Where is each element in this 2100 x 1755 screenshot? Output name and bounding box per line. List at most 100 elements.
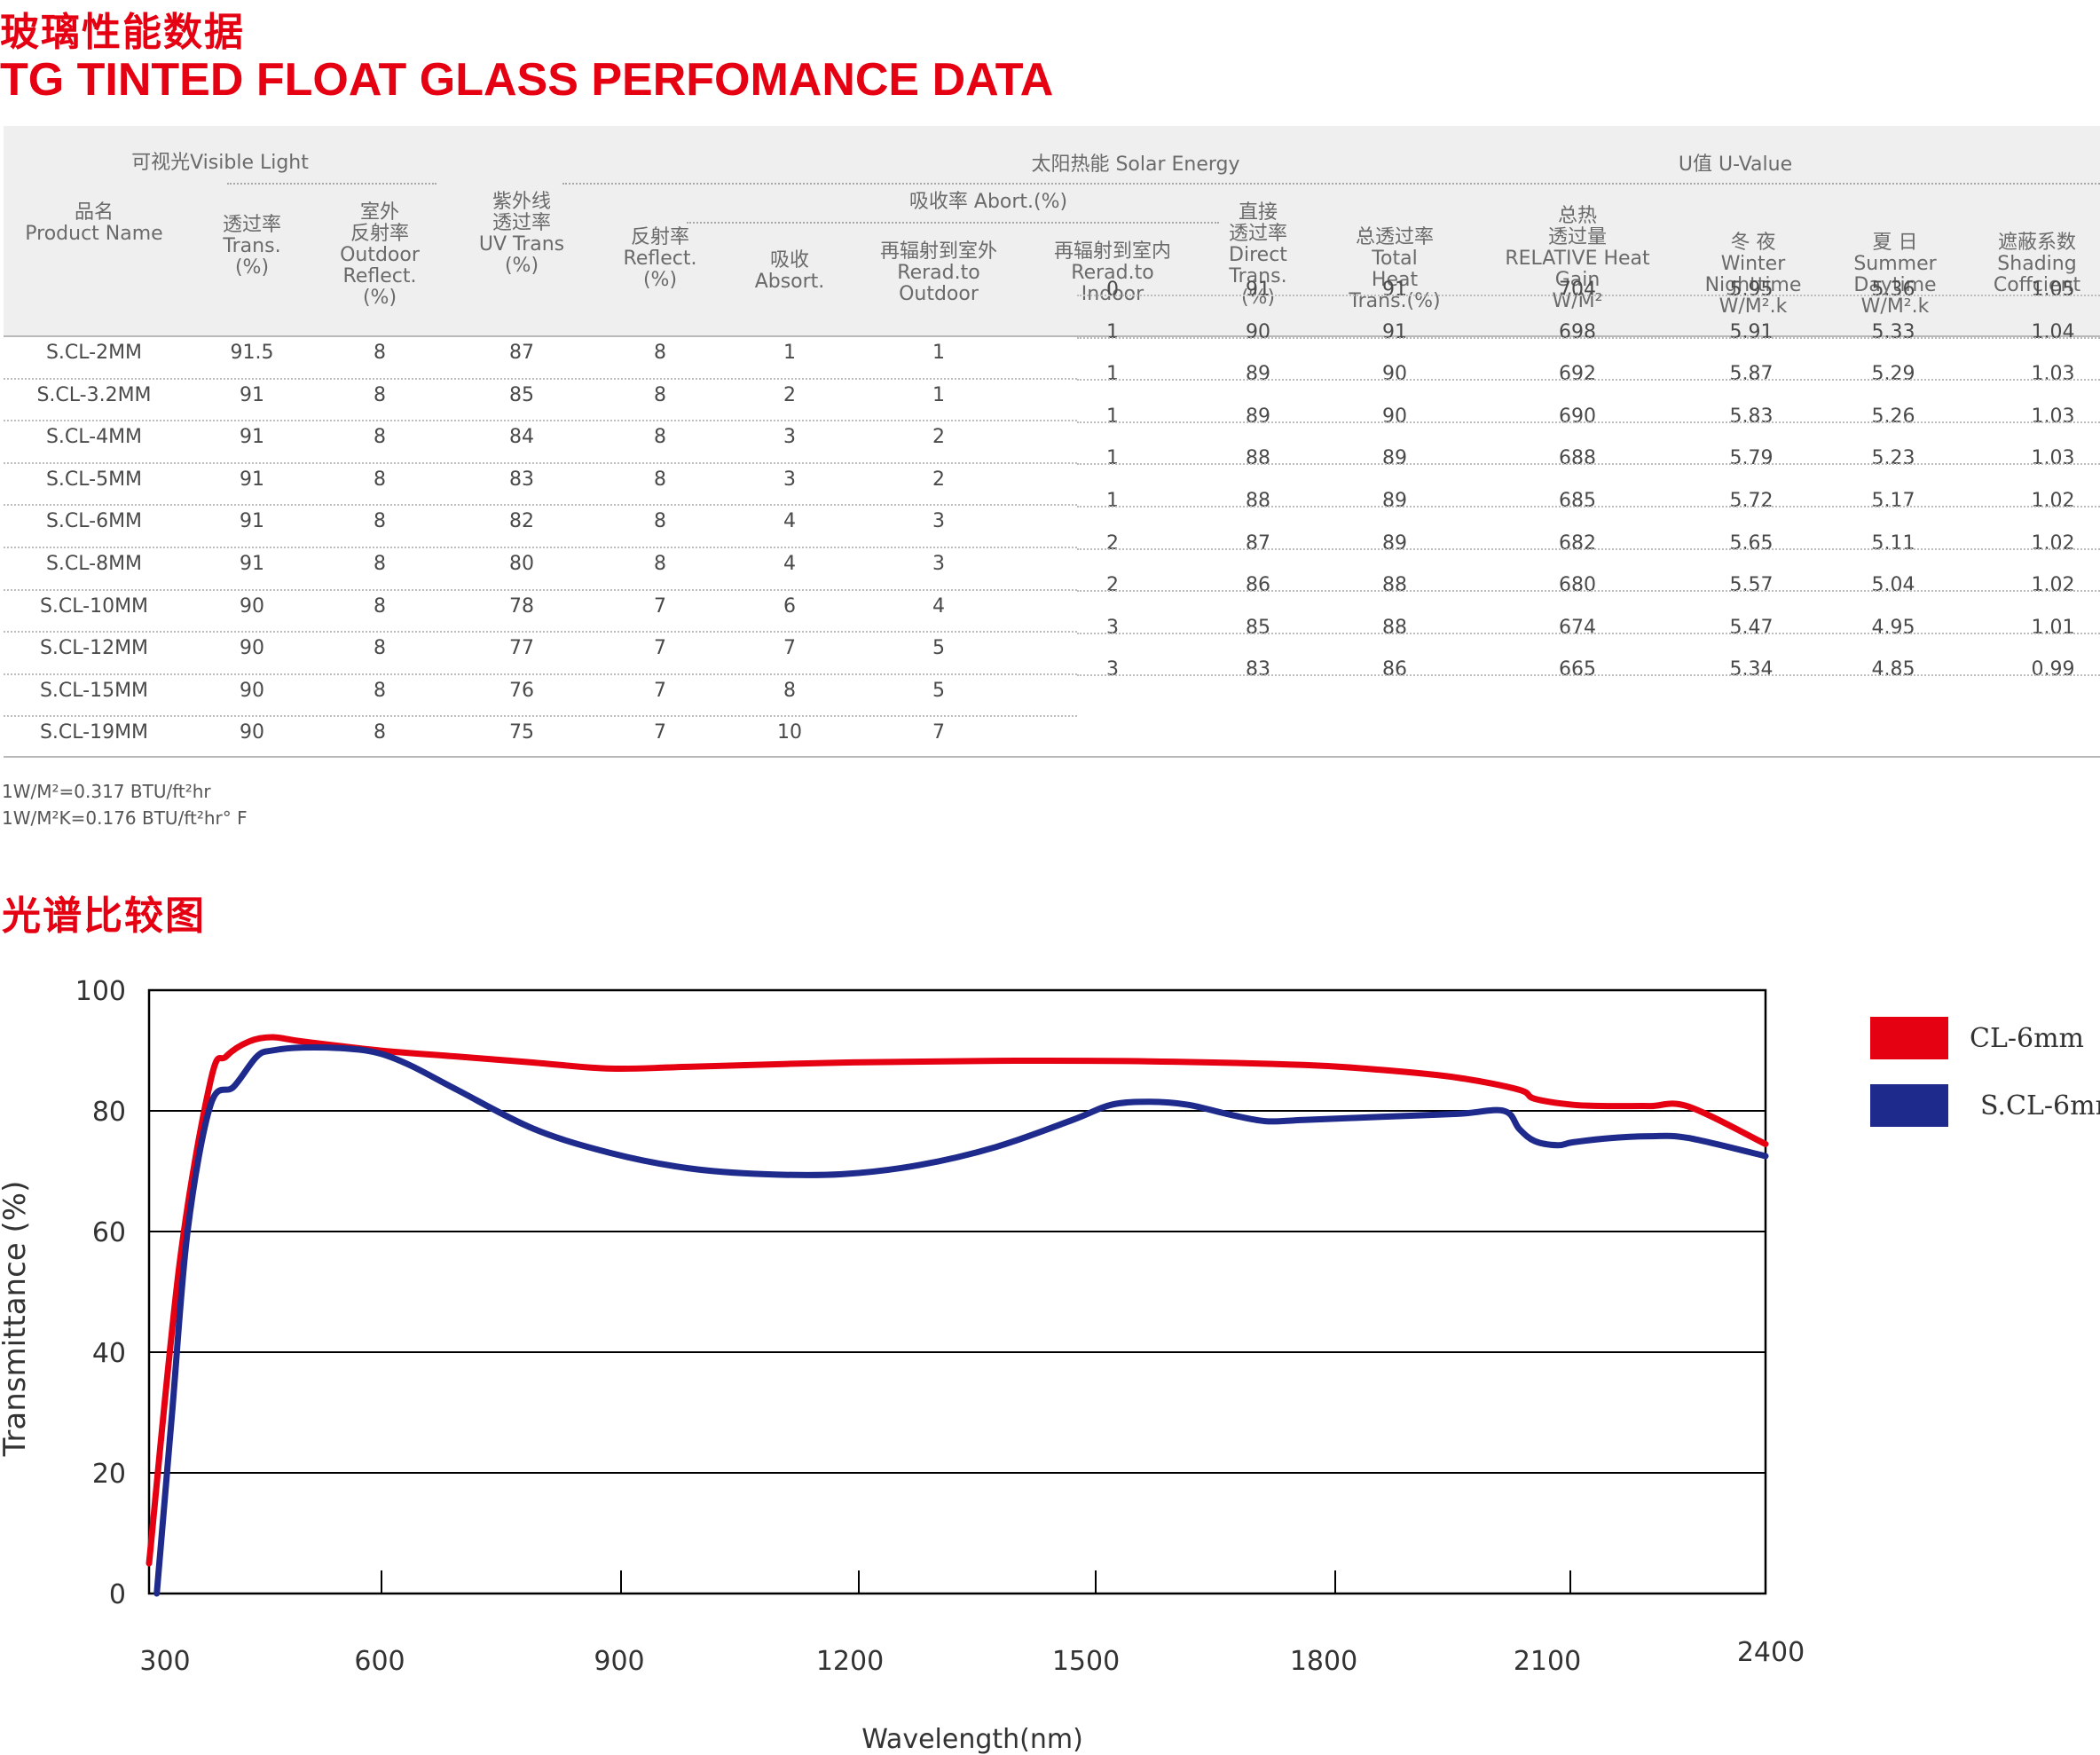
cell-summer: 5.33 (1871, 320, 1915, 343)
x-axis-label: Wavelength(nm) (861, 1724, 1083, 1755)
cell-trans: 91 (240, 383, 264, 406)
cell-absorb: 8 (783, 679, 796, 702)
cell-outdoor-reflect: 8 (374, 510, 386, 533)
cell-outdoor-reflect: 8 (374, 468, 386, 491)
cell-rerad-indoor: 2 (1106, 531, 1119, 555)
plot-frame (147, 988, 1767, 1595)
x-tick-label: 2100 (1514, 1646, 1581, 1677)
cell-outdoor-reflect: 8 (374, 594, 386, 618)
cell-trans: 90 (240, 594, 264, 618)
cell-rerad-outdoor: 1 (932, 342, 945, 364)
cell-summer: 4.85 (1871, 658, 1915, 681)
cell-rerad-indoor: 0 (1106, 279, 1119, 301)
cell-rerad-outdoor: 2 (932, 426, 945, 449)
cell-uv-trans: 82 (509, 510, 534, 533)
cell-heat-gain: 704 (1559, 279, 1596, 301)
cell-rerad-indoor: 1 (1106, 490, 1119, 512)
cell-product: S.CL-19MM (39, 721, 149, 744)
cell-outdoor-reflect: 8 (374, 721, 386, 744)
cell-uv-trans: 80 (509, 553, 534, 575)
cell-summer: 5.11 (1871, 531, 1915, 555)
table-bottom-divider (4, 756, 2100, 758)
cell-direct-trans: 88 (1246, 447, 1270, 470)
cell-winter: 5.87 (1729, 363, 1774, 386)
legend-swatch (1870, 1084, 1948, 1127)
row-divider (1077, 590, 2100, 593)
y-tick-label: 80 (92, 1097, 126, 1128)
y-tick-label: 40 (92, 1338, 126, 1369)
cell-product: S.CL-10MM (39, 594, 149, 618)
row-divider (4, 588, 1077, 591)
row-divider (1077, 632, 2100, 634)
group-divider (227, 183, 437, 185)
row-divider (4, 461, 1077, 464)
cell-product: S.CL-15MM (39, 679, 149, 702)
cell-absorb: 3 (783, 426, 796, 449)
cell-rerad-indoor: 1 (1106, 447, 1119, 470)
cell-direct-trans: 87 (1246, 531, 1270, 555)
cell-direct-trans: 83 (1246, 658, 1270, 681)
cell-rerad-indoor: 3 (1106, 658, 1119, 681)
cell-reflect: 8 (654, 510, 666, 533)
cell-trans: 91 (240, 468, 264, 491)
cell-shading: 1.05 (2031, 279, 2075, 301)
cell-heat-gain: 680 (1559, 574, 1596, 597)
x-tick-label: 1200 (816, 1646, 884, 1677)
cell-shading: 1.03 (2031, 405, 2075, 428)
cell-reflect: 8 (654, 426, 666, 449)
cell-heat-gain: 690 (1559, 405, 1596, 428)
cell-shading: 1.04 (2031, 320, 2075, 343)
row-divider (4, 631, 1077, 634)
cell-trans: 90 (240, 679, 264, 702)
cell-rerad-indoor: 1 (1106, 320, 1119, 343)
cell-winter: 5.72 (1729, 490, 1774, 512)
column-header-rerad-outdoor: 再辐射到室外 Rerad.to Outdoor (879, 240, 998, 305)
row-divider (1077, 421, 2100, 423)
cell-direct-trans: 91 (1246, 279, 1270, 301)
cell-product: S.CL-4MM (45, 426, 143, 449)
cell-direct-trans: 88 (1246, 490, 1270, 512)
row-divider (1077, 547, 2100, 550)
group-header-solar-energy: 太阳热能 Solar Energy (1031, 153, 1240, 176)
unit-conversion-note-2: 1W/M²K=0.176 BTU/ft²hr° F (2, 807, 248, 829)
cell-shading: 1.02 (2031, 490, 2075, 512)
cell-outdoor-reflect: 8 (374, 637, 386, 660)
cell-absorb: 10 (777, 721, 802, 744)
cell-total-heat: 89 (1382, 531, 1407, 555)
group-header-visible-light: 可视光Visible Light (131, 152, 309, 174)
cell-summer: 5.26 (1871, 405, 1915, 428)
y-tick-label: 0 (109, 1579, 126, 1610)
cell-rerad-indoor: 1 (1106, 405, 1119, 428)
x-tick-label: 600 (354, 1646, 405, 1677)
cell-winter: 5.79 (1729, 447, 1774, 470)
group-divider (562, 183, 2100, 185)
cell-absorb: 2 (783, 383, 796, 406)
x-tick-label: 1800 (1290, 1646, 1357, 1677)
cell-product: S.CL-5MM (45, 468, 143, 491)
cell-trans: 90 (240, 637, 264, 660)
cell-rerad-outdoor: 7 (932, 721, 945, 744)
cell-rerad-outdoor: 3 (932, 510, 945, 533)
cell-rerad-outdoor: 2 (932, 468, 945, 491)
cell-winter: 5.34 (1729, 658, 1774, 681)
y-tick-label: 100 (75, 976, 126, 1007)
cell-uv-trans: 75 (509, 721, 534, 744)
column-header-reflect: 反射率 Reflect. (%) (623, 226, 697, 291)
cell-shading: 1.03 (2031, 363, 2075, 386)
x-tick-label: 2400 (1737, 1637, 1805, 1668)
cell-total-heat: 88 (1382, 616, 1407, 639)
row-divider (1077, 336, 2100, 339)
cell-absorb: 4 (783, 553, 796, 575)
cell-rerad-outdoor: 1 (932, 383, 945, 406)
cell-rerad-outdoor: 3 (932, 553, 945, 575)
cell-absorb: 6 (783, 594, 796, 618)
cell-total-heat: 89 (1382, 447, 1407, 470)
cell-heat-gain: 692 (1559, 363, 1596, 386)
legend-label: S.CL-6mm (1980, 1090, 2100, 1121)
cell-rerad-outdoor: 5 (932, 637, 945, 660)
group-header-absorption: 吸收率 Abort.(%) (908, 191, 1068, 213)
cell-outdoor-reflect: 8 (374, 553, 386, 575)
cell-rerad-outdoor: 5 (932, 679, 945, 702)
y-tick-label: 60 (92, 1217, 126, 1248)
legend-swatch (1870, 1017, 1948, 1059)
